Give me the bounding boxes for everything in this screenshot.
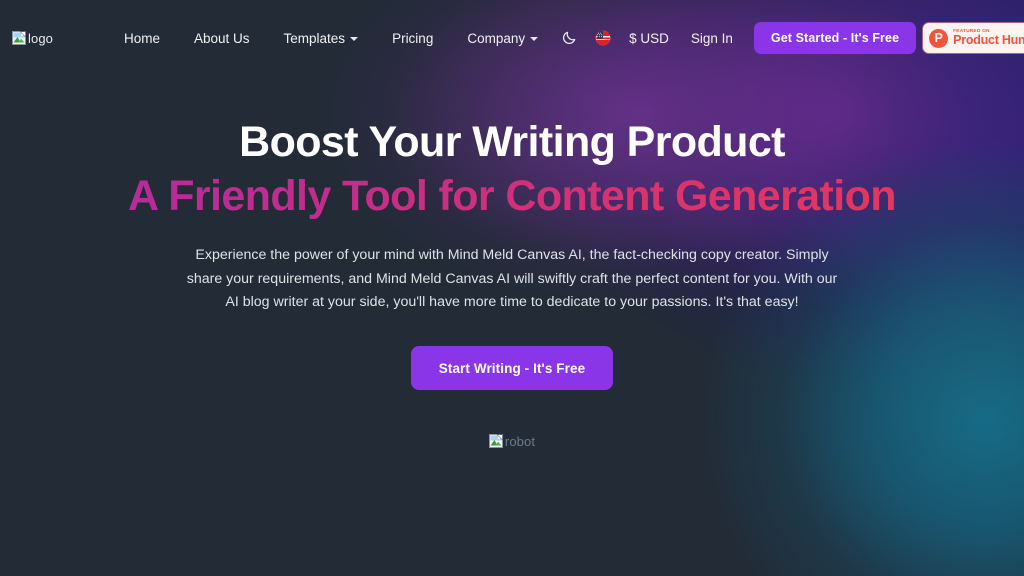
nav-link-about-us-label: About Us (194, 30, 250, 46)
product-hunt-name: Product Hunt (953, 32, 1024, 47)
product-hunt-logo-icon: P (929, 28, 949, 48)
primary-nav-links: Home About Us Templates Pricing Company (107, 25, 555, 52)
product-hunt-text: FEATURED ON Product Hunt (953, 28, 1024, 47)
language-selector-button[interactable] (589, 24, 617, 52)
logo-alt-text: logo (28, 30, 53, 46)
nav-utility-cluster: $ USD Sign In Get Started - It's Free P … (555, 22, 1024, 54)
hero-section: Boost Your Writing Product A Friendly To… (0, 76, 1024, 449)
currency-selector[interactable]: $ USD (619, 25, 679, 52)
nav-link-home-label: Home (123, 30, 160, 46)
logo-broken-image: logo (12, 30, 53, 46)
headline-line-primary: Boost Your Writing Product (239, 118, 785, 166)
sign-in-link[interactable]: Sign In (679, 25, 745, 52)
product-hunt-badge[interactable]: P FEATURED ON Product Hunt 43 (923, 23, 1024, 53)
hero-description: Experience the power of your mind with M… (186, 247, 838, 310)
nav-link-templates-label: Templates (283, 30, 346, 46)
start-writing-button[interactable]: Start Writing - It's Free (410, 346, 614, 391)
page-title: Boost Your Writing Product A Friendly To… (24, 115, 1000, 223)
headline-line-gradient: A Friendly Tool for Content Generation (24, 169, 1000, 223)
nav-link-home[interactable]: Home (107, 25, 177, 52)
currency-label: $ USD (629, 30, 669, 46)
broken-image-icon (488, 434, 504, 449)
sign-in-label: Sign In (690, 30, 733, 46)
get-started-button[interactable]: Get Started - It's Free (753, 22, 917, 54)
chevron-down-icon (350, 37, 359, 41)
broken-image-icon (12, 30, 27, 46)
robot-illustration-slot: robot (24, 434, 1000, 449)
nav-link-pricing[interactable]: Pricing (375, 25, 450, 52)
chevron-down-icon (530, 37, 539, 41)
nav-link-company-label: Company (467, 30, 526, 46)
theme-toggle-button[interactable] (555, 24, 583, 52)
moon-icon (563, 31, 576, 44)
top-navigation-bar: logo Home About Us Templates Pricing Com… (0, 0, 1024, 76)
brand-logo-link[interactable]: logo (12, 26, 53, 50)
nav-link-pricing-label: Pricing (392, 30, 434, 46)
us-flag-icon (595, 30, 611, 46)
nav-link-templates[interactable]: Templates (267, 25, 376, 52)
robot-broken-image: robot (488, 434, 536, 450)
nav-link-about-us[interactable]: About Us (177, 25, 267, 52)
nav-link-company[interactable]: Company (450, 25, 555, 52)
robot-alt-text: robot (504, 434, 536, 450)
